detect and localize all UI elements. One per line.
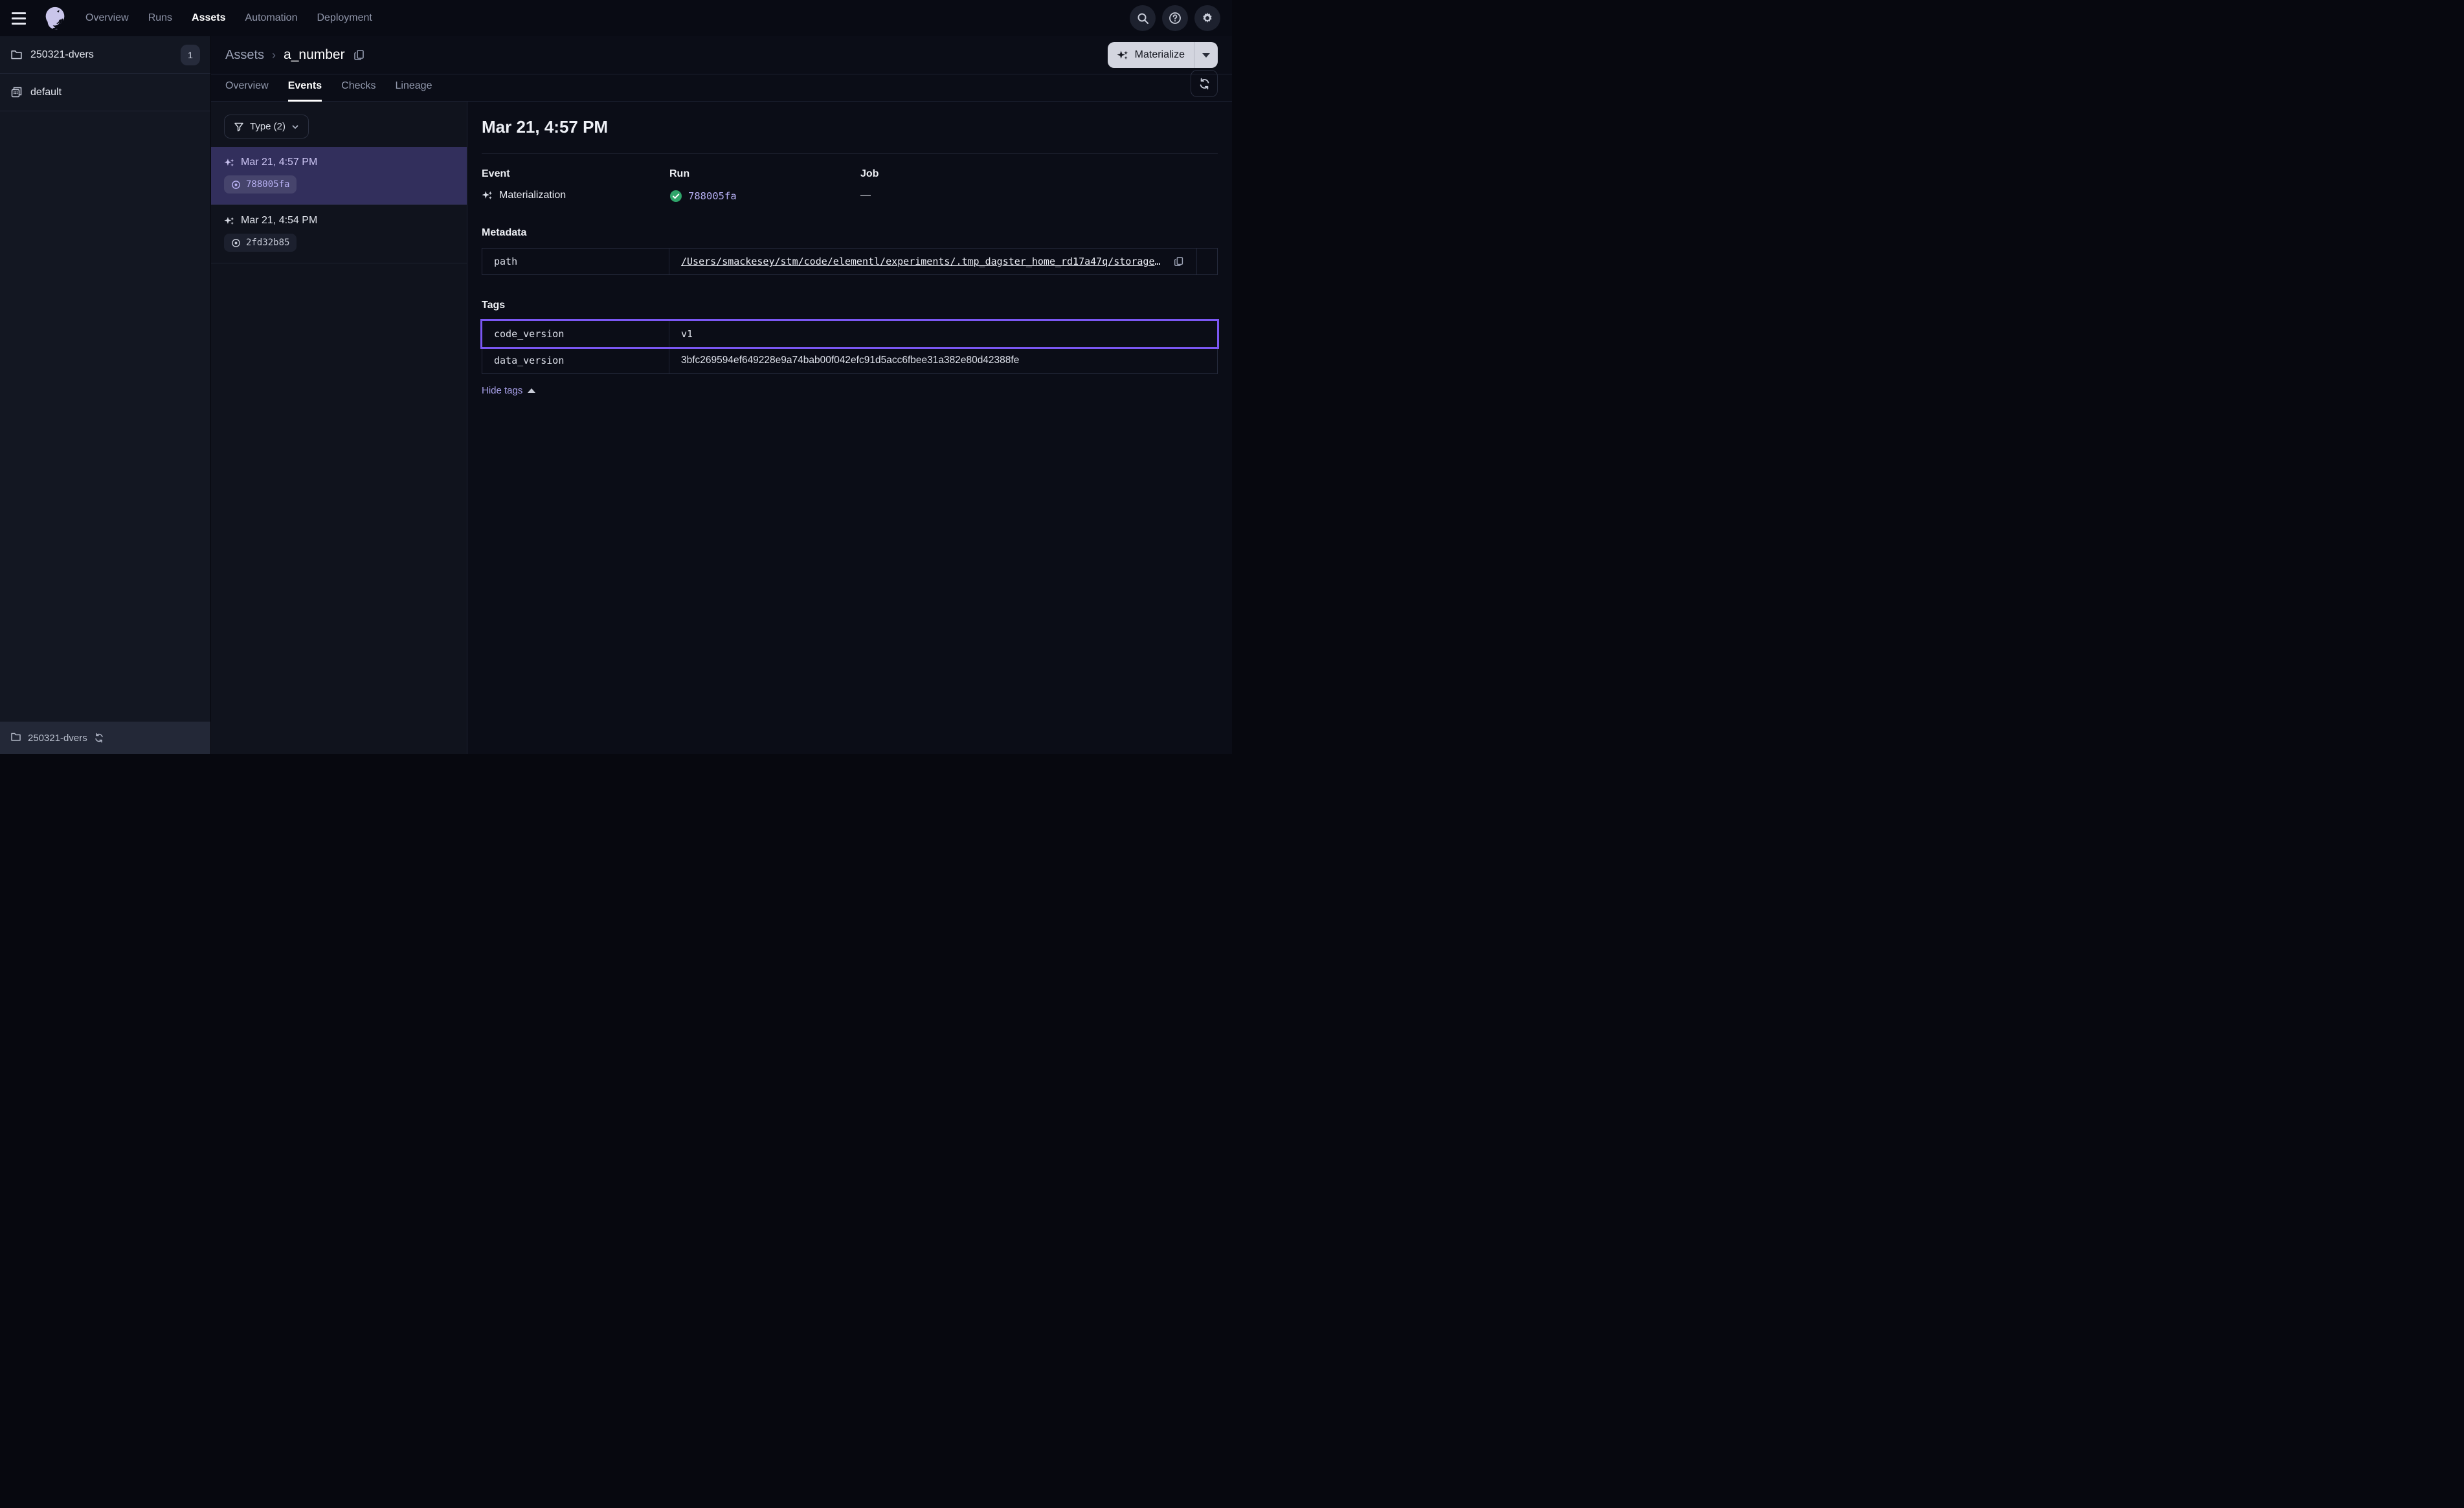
event-column-label: Event: [482, 168, 669, 180]
tab-lineage[interactable]: Lineage: [396, 80, 432, 102]
materialize-button[interactable]: Materialize: [1108, 42, 1194, 68]
sidebar-item-label: 250321-dvers: [30, 49, 94, 61]
folder-icon: [10, 49, 23, 61]
materialize-sparkle-icon: [1117, 49, 1129, 61]
caret-down-icon: [1202, 53, 1210, 58]
run-id-chip[interactable]: 2fd32b85: [224, 234, 297, 252]
metadata-row-path: path /Users/smackesey/stm/code/elementl/…: [482, 249, 1217, 274]
reload-location-icon[interactable]: [94, 733, 104, 743]
materialize-dropdown-button[interactable]: [1194, 42, 1218, 68]
hide-tags-label: Hide tags: [482, 385, 522, 396]
tab-overview[interactable]: Overview: [225, 80, 269, 102]
dagster-logo-icon[interactable]: [41, 5, 69, 32]
type-filter-button[interactable]: Type (2): [224, 115, 309, 139]
breadcrumb-separator: ›: [272, 49, 276, 62]
event-list-panel: Type (2): [211, 102, 467, 754]
copy-path-icon[interactable]: [1173, 256, 1185, 267]
nav-item-runs[interactable]: Runs: [148, 12, 172, 24]
event-type: Materialization: [499, 190, 566, 201]
event-list-item[interactable]: Mar 21, 4:57 PM 788005fa: [211, 147, 467, 205]
event-timestamp: Mar 21, 4:57 PM: [241, 157, 317, 168]
asset-group-icon: [10, 86, 23, 98]
help-button[interactable]: [1162, 5, 1188, 31]
materialize-split-button: Materialize: [1108, 42, 1218, 68]
event-list-item[interactable]: Mar 21, 4:54 PM 2fd32b85: [211, 205, 467, 263]
search-button[interactable]: [1130, 5, 1156, 31]
tag-value: v1: [681, 328, 693, 340]
materialization-sparkle-icon: [482, 190, 493, 201]
materialization-sparkle-icon: [224, 157, 235, 168]
metadata-action-cell: [1196, 249, 1217, 274]
sidebar-footer-code-location[interactable]: 250321-dvers: [0, 722, 210, 754]
breadcrumb-assets-link[interactable]: Assets: [225, 48, 264, 63]
hamburger-menu-icon[interactable]: [12, 5, 38, 31]
tag-key: code_version: [482, 321, 669, 347]
asset-count-badge: 1: [181, 45, 200, 65]
event-detail-title: Mar 21, 4:57 PM: [482, 117, 1218, 137]
caret-up-icon: [528, 388, 535, 393]
tag-value: 3bfc269594ef649228e9a74bab00f042efc91d5a…: [681, 355, 1019, 366]
asset-groups-sidebar: 250321-dvers 1 default: [0, 36, 211, 754]
materialize-label: Materialize: [1135, 49, 1185, 61]
tags-table: code_version v1 data_version 3bfc269594e…: [482, 320, 1218, 374]
help-icon: [1169, 12, 1182, 25]
type-filter-label: Type (2): [250, 121, 286, 132]
copy-asset-name-icon[interactable]: [353, 49, 366, 61]
job-value: —: [860, 190, 871, 201]
nav-item-automation[interactable]: Automation: [245, 12, 298, 24]
tab-checks[interactable]: Checks: [341, 80, 375, 102]
run-id: 788005fa: [246, 179, 289, 190]
run-id: 2fd32b85: [246, 238, 289, 248]
tag-row-data-version: data_version 3bfc269594ef649228e9a74bab0…: [482, 347, 1217, 373]
metadata-table: path /Users/smackesey/stm/code/elementl/…: [482, 248, 1218, 275]
event-detail-panel: Mar 21, 4:57 PM Event: [467, 102, 1232, 754]
tab-events[interactable]: Events: [288, 80, 322, 102]
run-column-label: Run: [669, 168, 860, 180]
refresh-button[interactable]: [1191, 70, 1218, 97]
settings-button[interactable]: [1194, 5, 1220, 31]
sidebar-item-default-group[interactable]: default: [0, 74, 210, 111]
asset-tabs: Overview Events Checks Lineage: [211, 74, 1232, 102]
metadata-heading: Metadata: [482, 227, 1218, 239]
run-status-icon: [231, 180, 241, 190]
job-column-label: Job: [860, 168, 1218, 180]
filter-icon: [234, 122, 244, 132]
search-icon: [1137, 12, 1149, 25]
nav-item-deployment[interactable]: Deployment: [317, 12, 372, 24]
run-status-icon: [231, 238, 241, 248]
primary-nav: Overview Runs Assets Automation Deployme…: [85, 12, 372, 24]
nav-item-assets[interactable]: Assets: [192, 12, 225, 24]
run-success-icon: [669, 190, 682, 203]
metadata-path-link[interactable]: /Users/smackesey/stm/code/elementl/exper…: [681, 256, 1165, 267]
refresh-icon: [1198, 78, 1211, 90]
run-id-link[interactable]: 788005fa: [688, 190, 737, 202]
nav-item-overview[interactable]: Overview: [85, 12, 129, 24]
page-title: a_number: [284, 47, 345, 63]
footer-label: 250321-dvers: [28, 733, 87, 744]
event-timestamp: Mar 21, 4:54 PM: [241, 215, 317, 227]
chevron-down-icon: [291, 123, 299, 131]
sidebar-item-code-location[interactable]: 250321-dvers 1: [0, 36, 210, 74]
page-header: Assets › a_number Materialize: [211, 36, 1232, 74]
run-id-chip[interactable]: 788005fa: [224, 175, 297, 194]
materialization-sparkle-icon: [224, 216, 235, 227]
tag-row-code-version: code_version v1: [482, 321, 1217, 347]
tags-heading: Tags: [482, 300, 1218, 311]
tag-key: data_version: [482, 348, 669, 373]
sidebar-item-label: default: [30, 87, 62, 98]
hide-tags-link[interactable]: Hide tags: [482, 385, 535, 396]
metadata-key: path: [482, 249, 669, 274]
folder-icon: [10, 731, 21, 745]
gear-icon: [1201, 12, 1214, 25]
top-nav-bar: Overview Runs Assets Automation Deployme…: [0, 0, 1232, 36]
